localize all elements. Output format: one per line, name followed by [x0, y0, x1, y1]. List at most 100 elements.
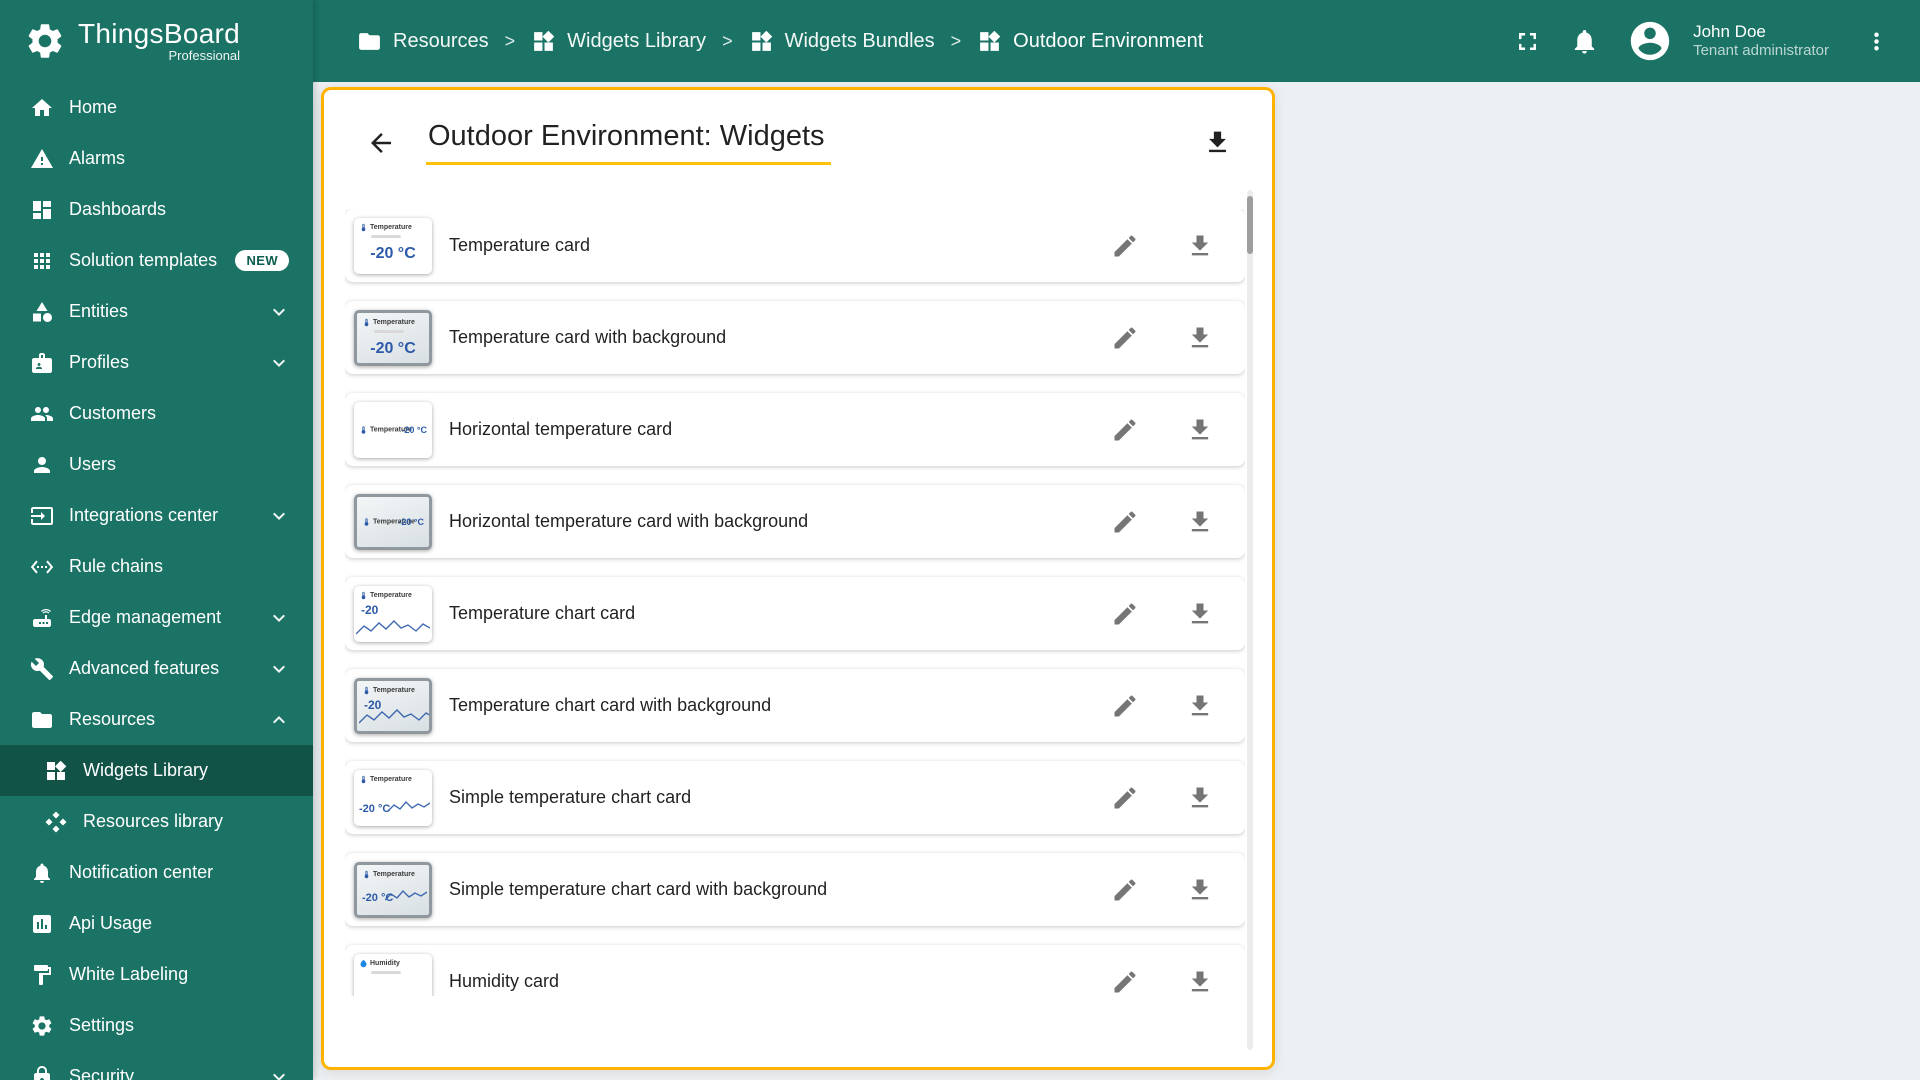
scrollbar-track[interactable]	[1247, 190, 1253, 1050]
widgets-icon	[44, 759, 68, 783]
breadcrumb-separator: >	[950, 30, 962, 51]
sidebar-item-rule-chains[interactable]: Rule chains	[0, 541, 313, 592]
notifications-bell-icon[interactable]	[1570, 27, 1599, 56]
preview-value: -20 °C	[401, 424, 427, 435]
breadcrumb-widgets-library[interactable]: Widgets Library	[531, 29, 706, 54]
sidebar-item-label: Entities	[69, 301, 129, 321]
widget-row[interactable]: Temperature -20 Temperature chart card	[345, 577, 1245, 650]
breadcrumb-label: Widgets Bundles	[784, 29, 935, 52]
breadcrumb: Resources > Widgets Library > Widgets Bu…	[357, 29, 1203, 54]
widget-row[interactable]: Temperature -20 Temperature chart card w…	[345, 669, 1245, 742]
sidebar-item-security[interactable]: Security	[0, 1051, 313, 1080]
widget-preview: Temperature -20 °C	[354, 217, 432, 274]
preview-chart	[385, 889, 427, 900]
widget-row[interactable]: Temperature -20 °C Horizontal temperatur…	[345, 485, 1245, 558]
widget-row[interactable]: Temperature -20 °C Simple temperature ch…	[345, 761, 1245, 834]
download-widget-button[interactable]	[1186, 416, 1214, 444]
sidebar-item-white-labeling[interactable]: White Labeling	[0, 949, 313, 1000]
sidebar-item-notification-center[interactable]: Notification center	[0, 847, 313, 898]
download-widget-button[interactable]	[1186, 968, 1214, 996]
download-widget-button[interactable]	[1186, 324, 1214, 352]
wrench-icon	[30, 657, 54, 681]
edit-widget-button[interactable]	[1111, 416, 1139, 444]
lock-icon	[30, 1065, 54, 1080]
new-badge: NEW	[235, 250, 289, 271]
sidebar-item-label: Edge management	[69, 607, 222, 627]
widget-row[interactable]: Temperature -20 °C Horizontal temperatur…	[345, 393, 1245, 466]
export-bundle-button[interactable]	[1203, 128, 1232, 157]
sidebar-item-label: Settings	[69, 1015, 135, 1035]
edit-widget-button[interactable]	[1111, 692, 1139, 720]
widget-preview: Temperature -20 °C	[354, 493, 432, 550]
edit-widget-button[interactable]	[1111, 876, 1139, 904]
download-widget-button[interactable]	[1186, 508, 1214, 536]
widget-row[interactable]: Temperature -20 °C Simple temperature ch…	[345, 853, 1245, 926]
avatar[interactable]	[1627, 18, 1673, 64]
sidebar-item-api-usage[interactable]: Api Usage	[0, 898, 313, 949]
breadcrumb-resources[interactable]: Resources	[357, 29, 489, 54]
edit-widget-button[interactable]	[1111, 508, 1139, 536]
sidebar-item-home[interactable]: Home	[0, 82, 313, 133]
brand-logo[interactable]: ThingsBoard Professional	[0, 0, 313, 82]
sidebar-item-settings[interactable]: Settings	[0, 1000, 313, 1051]
sidebar-item-edge-management[interactable]: Edge management	[0, 592, 313, 643]
edit-widget-button[interactable]	[1111, 968, 1139, 996]
sidebar-item-label: Widgets Library	[83, 760, 209, 780]
sidebar-item-profiles[interactable]: Profiles	[0, 337, 313, 388]
back-button[interactable]	[366, 128, 396, 158]
widget-name: Temperature card with background	[449, 327, 727, 347]
sidebar-item-integrations-center[interactable]: Integrations center	[0, 490, 313, 541]
download-widget-button[interactable]	[1186, 692, 1214, 720]
sidebar-item-label: Solution templates	[69, 250, 218, 270]
download-widget-button[interactable]	[1186, 876, 1214, 904]
thermometer-icon	[362, 517, 371, 526]
sidebar-item-label: White Labeling	[69, 964, 189, 984]
scrollbar-thumb[interactable]	[1247, 196, 1253, 254]
sidebar-item-resources[interactable]: Resources	[0, 694, 313, 745]
entities-icon	[30, 300, 54, 324]
thermometer-icon	[359, 425, 368, 434]
sidebar-item-advanced-features[interactable]: Advanced features	[0, 643, 313, 694]
user-menu[interactable]: John Doe Tenant administrator	[1693, 21, 1829, 61]
preview-chart	[388, 800, 430, 811]
kebab-menu-icon[interactable]	[1863, 28, 1890, 55]
widgets-icon	[749, 29, 774, 54]
chevron-down-icon	[267, 504, 291, 528]
profiles-icon	[30, 351, 54, 375]
sidebar-item-label: Home	[69, 97, 118, 117]
sidebar-item-solution-templates[interactable]: Solution templates NEW	[0, 235, 313, 286]
download-widget-button[interactable]	[1186, 784, 1214, 812]
widget-row[interactable]: Temperature -20 °C Temperature card	[345, 209, 1245, 282]
widget-row[interactable]: Humidity Humidity card	[345, 945, 1245, 996]
edit-widget-button[interactable]	[1111, 324, 1139, 352]
sidebar-item-entities[interactable]: Entities	[0, 286, 313, 337]
widget-name: Horizontal temperature card with backgro…	[449, 511, 809, 531]
widget-row[interactable]: Temperature -20 °C Temperature card with…	[345, 301, 1245, 374]
home-icon	[30, 96, 54, 120]
edit-widget-button[interactable]	[1111, 784, 1139, 812]
download-widget-button[interactable]	[1186, 232, 1214, 260]
download-widget-button[interactable]	[1186, 600, 1214, 628]
gear-icon	[30, 1014, 54, 1038]
breadcrumb-label: Resources	[393, 29, 489, 52]
chevron-down-icon	[267, 657, 291, 681]
widget-name: Simple temperature chart card	[449, 787, 692, 807]
preview-value: -20	[361, 602, 379, 617]
sidebar-item-customers[interactable]: Customers	[0, 388, 313, 439]
sidebar-item-users[interactable]: Users	[0, 439, 313, 490]
preview-title: Temperature	[370, 591, 412, 599]
widget-preview: Temperature -20	[354, 677, 432, 734]
sidebar-item-widgets-library[interactable]: Widgets Library	[0, 745, 313, 796]
breadcrumb-separator: >	[722, 30, 733, 51]
main-content: Outdoor Environment: Widgets Temperature…	[313, 82, 1920, 1080]
dashboards-icon	[30, 198, 54, 222]
sidebar-item-dashboards[interactable]: Dashboards	[0, 184, 313, 235]
sidebar-item-label: Dashboards	[69, 199, 167, 219]
sidebar-item-alarms[interactable]: Alarms	[0, 133, 313, 184]
sidebar-item-resources-library[interactable]: Resources library	[0, 796, 313, 847]
edit-widget-button[interactable]	[1111, 232, 1139, 260]
edit-widget-button[interactable]	[1111, 600, 1139, 628]
fullscreen-icon[interactable]	[1513, 27, 1542, 56]
breadcrumb-widgets-bundles[interactable]: Widgets Bundles	[749, 29, 935, 54]
brand-name: ThingsBoard	[78, 18, 241, 49]
